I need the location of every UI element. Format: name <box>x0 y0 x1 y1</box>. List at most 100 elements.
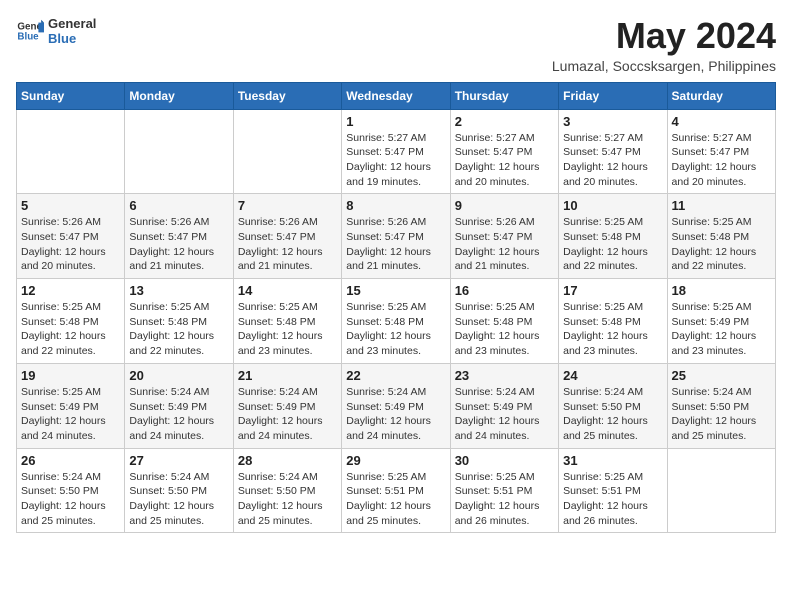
day-info: Sunrise: 5:25 AM Sunset: 5:51 PM Dayligh… <box>455 470 554 529</box>
calendar-cell <box>17 109 125 194</box>
day-number: 19 <box>21 368 120 383</box>
day-number: 23 <box>455 368 554 383</box>
calendar-cell: 10 Sunrise: 5:25 AM Sunset: 5:48 PM Dayli… <box>559 194 667 279</box>
day-info: Sunrise: 5:26 AM Sunset: 5:47 PM Dayligh… <box>21 215 120 274</box>
weekday-header-tuesday: Tuesday <box>233 82 341 109</box>
calendar-cell: 6Sunrise: 5:26 AM Sunset: 5:47 PM Daylig… <box>125 194 233 279</box>
day-number: 5 <box>21 198 120 213</box>
day-info: Sunrise: 5:24 AM Sunset: 5:50 PM Dayligh… <box>563 385 662 444</box>
calendar-cell <box>667 448 775 533</box>
calendar-cell: 17Sunrise: 5:25 AM Sunset: 5:48 PM Dayli… <box>559 279 667 364</box>
day-number: 12 <box>21 283 120 298</box>
day-info: Sunrise: 5:25 AM Sunset: 5:48 PM Dayligh… <box>346 300 445 359</box>
day-info: Sunrise: 5:26 AM Sunset: 5:47 PM Dayligh… <box>455 215 554 274</box>
calendar-cell: 31Sunrise: 5:25 AM Sunset: 5:51 PM Dayli… <box>559 448 667 533</box>
calendar-cell: 4 Sunrise: 5:27 AM Sunset: 5:47 PM Daylig… <box>667 109 775 194</box>
day-number: 25 <box>672 368 771 383</box>
day-info: Sunrise: 5:24 AM Sunset: 5:49 PM Dayligh… <box>238 385 337 444</box>
weekday-header-friday: Friday <box>559 82 667 109</box>
day-number: 16 <box>455 283 554 298</box>
day-number: 29 <box>346 453 445 468</box>
weekday-header-saturday: Saturday <box>667 82 775 109</box>
day-number: 27 <box>129 453 228 468</box>
day-info: Sunrise: 5:27 AM Sunset: 5:47 PM Dayligh… <box>346 131 445 190</box>
calendar-cell: 22Sunrise: 5:24 AM Sunset: 5:49 PM Dayli… <box>342 363 450 448</box>
calendar-cell: 24 Sunrise: 5:24 AM Sunset: 5:50 PM Dayli… <box>559 363 667 448</box>
calendar-cell: 23 Sunrise: 5:24 AM Sunset: 5:49 PM Dayli… <box>450 363 558 448</box>
logo-icon: General Blue <box>16 17 44 45</box>
day-number: 14 <box>238 283 337 298</box>
day-number: 6 <box>129 198 228 213</box>
week-row-3: 12 Sunrise: 5:25 AM Sunset: 5:48 PM Dayli… <box>17 279 776 364</box>
location-text: Lumazal, Soccsksargen, Philippines <box>552 58 776 74</box>
day-number: 24 <box>563 368 662 383</box>
day-number: 13 <box>129 283 228 298</box>
day-number: 4 <box>672 114 771 129</box>
week-row-2: 5 Sunrise: 5:26 AM Sunset: 5:47 PM Daylig… <box>17 194 776 279</box>
calendar-cell: 28Sunrise: 5:24 AM Sunset: 5:50 PM Dayli… <box>233 448 341 533</box>
calendar-cell: 15 Sunrise: 5:25 AM Sunset: 5:48 PM Dayli… <box>342 279 450 364</box>
calendar-cell: 26 Sunrise: 5:24 AM Sunset: 5:50 PM Dayli… <box>17 448 125 533</box>
day-number: 7 <box>238 198 337 213</box>
day-info: Sunrise: 5:24 AM Sunset: 5:49 PM Dayligh… <box>455 385 554 444</box>
calendar-cell: 8Sunrise: 5:26 AM Sunset: 5:47 PM Daylig… <box>342 194 450 279</box>
calendar-cell: 12 Sunrise: 5:25 AM Sunset: 5:48 PM Dayli… <box>17 279 125 364</box>
calendar-cell: 13Sunrise: 5:25 AM Sunset: 5:48 PM Dayli… <box>125 279 233 364</box>
day-info: Sunrise: 5:24 AM Sunset: 5:50 PM Dayligh… <box>21 470 120 529</box>
page-header: General Blue General Blue May 2024 Lumaz… <box>16 16 776 74</box>
day-info: Sunrise: 5:25 AM Sunset: 5:48 PM Dayligh… <box>21 300 120 359</box>
title-block: May 2024 Lumazal, Soccsksargen, Philippi… <box>552 16 776 74</box>
day-info: Sunrise: 5:25 AM Sunset: 5:49 PM Dayligh… <box>672 300 771 359</box>
day-info: Sunrise: 5:25 AM Sunset: 5:48 PM Dayligh… <box>563 215 662 274</box>
day-info: Sunrise: 5:25 AM Sunset: 5:51 PM Dayligh… <box>346 470 445 529</box>
calendar-cell: 11 Sunrise: 5:25 AM Sunset: 5:48 PM Dayli… <box>667 194 775 279</box>
day-number: 9 <box>455 198 554 213</box>
day-number: 31 <box>563 453 662 468</box>
day-info: Sunrise: 5:25 AM Sunset: 5:48 PM Dayligh… <box>238 300 337 359</box>
day-number: 2 <box>455 114 554 129</box>
day-info: Sunrise: 5:25 AM Sunset: 5:49 PM Dayligh… <box>21 385 120 444</box>
calendar-cell: 21 Sunrise: 5:24 AM Sunset: 5:49 PM Dayli… <box>233 363 341 448</box>
calendar-cell <box>125 109 233 194</box>
calendar-cell: 3 Sunrise: 5:27 AM Sunset: 5:47 PM Daylig… <box>559 109 667 194</box>
day-number: 22 <box>346 368 445 383</box>
calendar-cell: 19 Sunrise: 5:25 AM Sunset: 5:49 PM Dayli… <box>17 363 125 448</box>
day-number: 1 <box>346 114 445 129</box>
day-number: 10 <box>563 198 662 213</box>
calendar-cell: 29 Sunrise: 5:25 AM Sunset: 5:51 PM Dayli… <box>342 448 450 533</box>
weekday-header-wednesday: Wednesday <box>342 82 450 109</box>
day-info: Sunrise: 5:25 AM Sunset: 5:48 PM Dayligh… <box>455 300 554 359</box>
calendar-cell: 20 Sunrise: 5:24 AM Sunset: 5:49 PM Dayli… <box>125 363 233 448</box>
day-info: Sunrise: 5:25 AM Sunset: 5:48 PM Dayligh… <box>672 215 771 274</box>
day-number: 28 <box>238 453 337 468</box>
weekday-header-row: SundayMondayTuesdayWednesdayThursdayFrid… <box>17 82 776 109</box>
calendar-cell: 1 Sunrise: 5:27 AM Sunset: 5:47 PM Daylig… <box>342 109 450 194</box>
day-number: 30 <box>455 453 554 468</box>
calendar-cell: 14 Sunrise: 5:25 AM Sunset: 5:48 PM Dayli… <box>233 279 341 364</box>
svg-text:Blue: Blue <box>17 31 39 42</box>
weekday-header-sunday: Sunday <box>17 82 125 109</box>
day-number: 21 <box>238 368 337 383</box>
day-info: Sunrise: 5:24 AM Sunset: 5:50 PM Dayligh… <box>129 470 228 529</box>
day-info: Sunrise: 5:27 AM Sunset: 5:47 PM Dayligh… <box>563 131 662 190</box>
week-row-5: 26 Sunrise: 5:24 AM Sunset: 5:50 PM Dayli… <box>17 448 776 533</box>
calendar-cell: 18 Sunrise: 5:25 AM Sunset: 5:49 PM Dayli… <box>667 279 775 364</box>
calendar-cell: 5 Sunrise: 5:26 AM Sunset: 5:47 PM Daylig… <box>17 194 125 279</box>
logo: General Blue General Blue <box>16 16 96 46</box>
calendar-cell <box>233 109 341 194</box>
day-number: 26 <box>21 453 120 468</box>
day-info: Sunrise: 5:27 AM Sunset: 5:47 PM Dayligh… <box>672 131 771 190</box>
calendar-cell: 25Sunrise: 5:24 AM Sunset: 5:50 PM Dayli… <box>667 363 775 448</box>
day-number: 18 <box>672 283 771 298</box>
day-number: 15 <box>346 283 445 298</box>
day-number: 11 <box>672 198 771 213</box>
day-number: 17 <box>563 283 662 298</box>
day-info: Sunrise: 5:24 AM Sunset: 5:49 PM Dayligh… <box>129 385 228 444</box>
calendar-cell: 9 Sunrise: 5:26 AM Sunset: 5:47 PM Daylig… <box>450 194 558 279</box>
day-number: 20 <box>129 368 228 383</box>
logo-blue-text: Blue <box>48 31 96 46</box>
month-title: May 2024 <box>552 16 776 56</box>
calendar-cell: 27 Sunrise: 5:24 AM Sunset: 5:50 PM Dayli… <box>125 448 233 533</box>
logo-general-text: General <box>48 16 96 31</box>
day-number: 3 <box>563 114 662 129</box>
